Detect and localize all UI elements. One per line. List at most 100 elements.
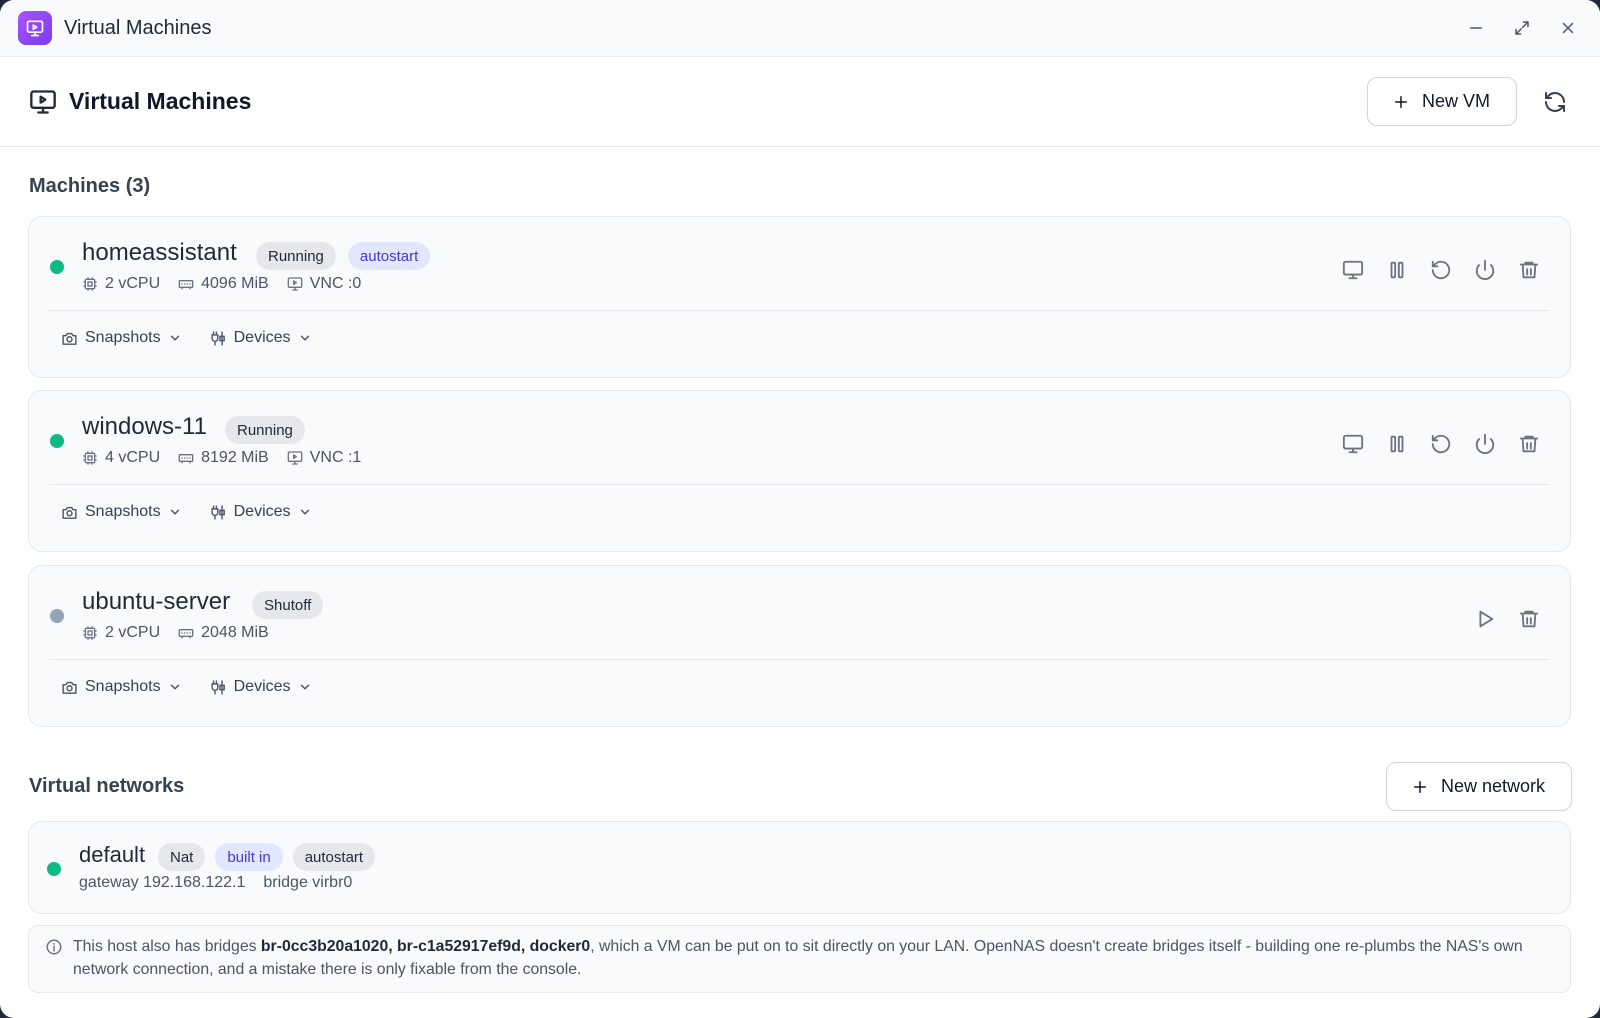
pause-icon — [1390, 261, 1404, 279]
close-button[interactable] — [1554, 14, 1582, 42]
vm-name: windows-11 — [82, 413, 207, 440]
cpu-label: 2 vCPU — [105, 624, 161, 641]
bridge-label: bridge virbr0 — [263, 874, 353, 891]
devices-icon — [211, 679, 225, 695]
delete-button[interactable] — [1514, 429, 1544, 459]
delete-button[interactable] — [1514, 255, 1544, 285]
console-button[interactable] — [1338, 429, 1368, 459]
maximize-icon — [1515, 21, 1529, 35]
cpu-info: 4 vCPU — [82, 449, 160, 467]
vnc-icon — [287, 277, 303, 291]
notice-prefix: This host also has bridges — [73, 938, 261, 955]
devices-dropdown[interactable]: Devices — [210, 329, 312, 347]
power-button[interactable] — [1470, 255, 1500, 285]
page-title: Virtual Machines — [69, 88, 252, 114]
camera-icon — [62, 332, 77, 345]
builtin-badge: built in — [215, 843, 283, 871]
machines-section-title: Machines (3) — [29, 175, 151, 197]
snapshots-dropdown[interactable]: Snapshots — [61, 678, 182, 696]
status-badge: Running — [225, 416, 305, 444]
new-vm-button[interactable]: New VM — [1366, 77, 1517, 126]
play-icon — [1479, 610, 1494, 628]
memory-icon — [178, 280, 194, 290]
vnc-label: VNC :0 — [309, 275, 362, 292]
trash-icon — [1519, 610, 1539, 628]
power-button[interactable] — [1470, 429, 1500, 459]
status-dot — [50, 609, 64, 623]
trash-icon — [1519, 261, 1539, 279]
info-icon — [46, 939, 62, 955]
status-dot — [50, 434, 64, 448]
cpu-icon — [83, 277, 97, 291]
memory-info: 8192 MiB — [178, 449, 269, 467]
memory-label: 2048 MiB — [201, 624, 269, 641]
new-vm-label: New VM — [1421, 91, 1490, 111]
notice-text: This host also has bridges br-0cc3b20a10… — [73, 935, 1554, 992]
networks-section-title: Virtual networks — [29, 775, 185, 797]
chevron-down-icon — [170, 684, 179, 690]
display-icon — [1342, 260, 1364, 280]
restart-icon — [1431, 434, 1451, 454]
pause-icon — [1390, 435, 1404, 453]
new-network-button[interactable]: New network — [1385, 762, 1572, 811]
vnc-icon — [287, 451, 303, 465]
chevron-down-icon — [300, 684, 309, 690]
new-network-label: New network — [1440, 776, 1545, 796]
vnc-info: VNC :1 — [287, 449, 361, 467]
refresh-icon — [1545, 91, 1565, 112]
devices-dropdown[interactable]: Devices — [210, 503, 312, 521]
devices-dropdown[interactable]: Devices — [210, 678, 312, 696]
camera-icon — [62, 506, 77, 519]
autostart-badge: autostart — [347, 242, 431, 270]
camera-icon — [62, 681, 77, 694]
snapshots-label: Snapshots — [85, 678, 161, 695]
cpu-icon — [83, 451, 97, 465]
memory-info: 2048 MiB — [178, 624, 269, 642]
devices-label: Devices — [233, 329, 291, 346]
start-button[interactable] — [1470, 604, 1500, 634]
vm-name: ubuntu-server — [82, 588, 231, 615]
monitor-play-icon — [30, 89, 56, 114]
devices-icon — [211, 330, 225, 346]
memory-icon — [178, 629, 194, 639]
minimize-icon — [1470, 27, 1482, 29]
cpu-info: 2 vCPU — [82, 275, 160, 293]
app-window: Virtual Machines Virtual Machines New VM — [0, 0, 1600, 1018]
memory-label: 8192 MiB — [201, 449, 269, 466]
bridges-notice: This host also has bridges br-0cc3b20a10… — [28, 925, 1571, 993]
vm-name: homeassistant — [82, 239, 237, 266]
chevron-down-icon — [300, 335, 309, 341]
restart-button[interactable] — [1426, 255, 1456, 285]
notice-bridges: br-0cc3b20a1020, br-c1a52917ef9d, docker… — [260, 938, 591, 955]
vm-card: ubuntu-server Shutoff 2 vCPU 2048 MiB Sn… — [28, 565, 1571, 727]
snapshots-dropdown[interactable]: Snapshots — [61, 329, 182, 347]
network-type-badge: Nat — [158, 843, 206, 871]
pause-button[interactable] — [1382, 255, 1412, 285]
restart-button[interactable] — [1426, 429, 1456, 459]
status-dot — [50, 260, 64, 274]
cpu-info: 2 vCPU — [82, 624, 160, 642]
divider — [49, 310, 1550, 311]
autostart-badge: autostart — [292, 843, 376, 871]
network-card: default Nat built in autostart gateway 1… — [28, 821, 1571, 914]
refresh-button[interactable] — [1539, 86, 1571, 118]
plus-icon — [1394, 95, 1407, 108]
divider — [49, 659, 1550, 660]
delete-button[interactable] — [1514, 604, 1544, 634]
memory-info: 4096 MiB — [178, 275, 269, 293]
minimize-button[interactable] — [1462, 14, 1490, 42]
restart-icon — [1431, 260, 1451, 280]
page-header: Virtual Machines New VM — [0, 57, 1600, 147]
console-button[interactable] — [1338, 255, 1368, 285]
memory-icon — [178, 454, 194, 464]
display-icon — [1342, 434, 1364, 454]
chevron-down-icon — [170, 509, 179, 515]
vnc-info: VNC :0 — [287, 275, 362, 293]
maximize-button[interactable] — [1508, 14, 1536, 42]
snapshots-dropdown[interactable]: Snapshots — [61, 503, 182, 521]
gateway-label: gateway 192.168.122.1 — [79, 874, 246, 891]
devices-label: Devices — [233, 678, 291, 695]
pause-button[interactable] — [1382, 429, 1412, 459]
status-badge: Shutoff — [252, 591, 324, 619]
snapshots-label: Snapshots — [85, 329, 161, 346]
